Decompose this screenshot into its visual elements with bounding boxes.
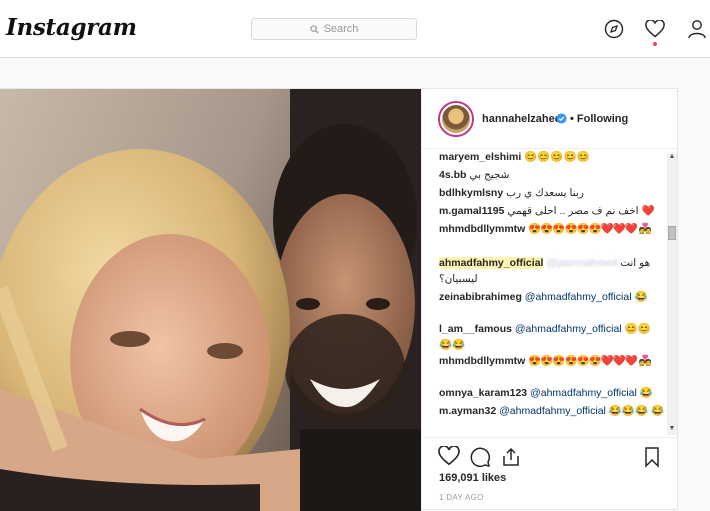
- comment: m.ayman32 @ahmadfahmy_official 😂😂😂 😂: [439, 403, 665, 419]
- instagram-logo[interactable]: Instagram: [6, 14, 137, 41]
- comment-username[interactable]: m.ayman32: [439, 405, 496, 417]
- profile-icon[interactable]: [686, 18, 708, 40]
- search-input[interactable]: Search: [251, 18, 417, 40]
- comment-username[interactable]: ahmadfahmy_official: [439, 257, 544, 269]
- comment-username[interactable]: l_am__famous: [439, 323, 512, 335]
- comment-username[interactable]: zeinabibrahimeg: [439, 291, 522, 303]
- post-actions: 169,091 likes 1 DAY AGO: [422, 437, 679, 511]
- comment-emoji: 😂: [639, 387, 653, 399]
- comment: l_am__famous @ahmadfahmy_official 😊😊 😂😂: [439, 321, 665, 353]
- scroll-down-arrow-icon[interactable]: ▼: [667, 425, 677, 435]
- comment: omnya_karam123 @ahmadfahmy_official 😂: [439, 385, 665, 401]
- comment-username[interactable]: m.gamal1195: [439, 205, 504, 217]
- post-header: hannahelzahed • Following: [422, 89, 679, 149]
- share-icon[interactable]: [500, 446, 522, 468]
- comment-emoji: 😍😍😍😍😍😍❤️❤️❤️ 💑: [528, 355, 652, 367]
- activity-heart-icon[interactable]: [644, 18, 666, 40]
- comment-username[interactable]: 4s.bb: [439, 169, 466, 181]
- comment-username[interactable]: mhmdbdllymmtw: [439, 223, 525, 235]
- comment-bubble-icon[interactable]: [469, 446, 491, 468]
- comment: maryem_elshimi 😊😊😊😊😊: [439, 149, 665, 165]
- comment-username[interactable]: bdlhkymlsny: [439, 187, 503, 199]
- comment-emoji: 😍😍😍😍😍😍❤️❤️❤️ 💑: [528, 223, 652, 235]
- comments-list[interactable]: maryem_elshimi 😊😊😊😊😊 4s.bb شجيج بي bdlhk…: [422, 149, 679, 437]
- like-heart-icon[interactable]: [438, 445, 460, 468]
- comment-emoji: ❤️: [641, 205, 655, 217]
- scroll-up-arrow-icon[interactable]: ▲: [667, 153, 677, 163]
- comment-mention[interactable]: @ahmadfahmy_official: [525, 291, 632, 303]
- avatar[interactable]: [438, 101, 474, 137]
- notification-dot: [653, 42, 657, 46]
- comment-text: شجيج بي: [469, 169, 510, 181]
- search-placeholder: Search: [323, 23, 359, 35]
- comment-mention[interactable]: @ahmadfahmy_official: [530, 387, 637, 399]
- comment-mention[interactable]: @ahmadfahmy_official: [499, 405, 606, 417]
- following-status-button[interactable]: • Following: [570, 113, 628, 125]
- comment: zeinabibrahimeg @ahmadfahmy_official 😂: [439, 289, 665, 305]
- comment: mhmdbdllymmtw 😍😍😍😍😍😍❤️❤️❤️ 💑: [439, 353, 665, 369]
- comment: ahmadfahmy_official @jasmnahmed هو انت ل…: [439, 255, 665, 287]
- comment-text: اخف نم ف مصر .. احلى قهمي: [507, 205, 639, 217]
- comment-mention[interactable]: @ahmadfahmy_official: [515, 323, 622, 335]
- scrollbar-thumb[interactable]: [668, 226, 676, 240]
- top-navigation-bar: Instagram Search: [0, 0, 710, 58]
- search-icon: [309, 24, 319, 34]
- post-timestamp: 1 DAY AGO: [439, 493, 484, 502]
- comment-username[interactable]: omnya_karam123: [439, 387, 527, 399]
- comment-emoji: 😂: [634, 291, 648, 303]
- comments-scrollbar[interactable]: ▲ ▼: [667, 153, 677, 435]
- likes-count[interactable]: 169,091 likes: [439, 472, 506, 484]
- comment: 4s.bb شجيج بي: [439, 167, 665, 183]
- post-card: hannahelzahed • Following maryem_elshimi…: [0, 88, 679, 511]
- comment: bdlhkymlsny ربنا يسعدك ي رب: [439, 185, 665, 201]
- comment-emoji: 😊😊😊😊😊: [524, 151, 590, 163]
- comment-username[interactable]: maryem_elshimi: [439, 151, 521, 163]
- post-sidebar: hannahelzahed • Following maryem_elshimi…: [421, 89, 679, 511]
- comment: mhmdbdllymmtw 😍😍😍😍😍😍❤️❤️❤️ 💑: [439, 221, 665, 237]
- comment-mention-blurred[interactable]: @jasmnahmed: [546, 257, 617, 269]
- comment: m.gamal1195 اخف نم ف مصر .. احلى قهمي ❤️: [439, 203, 665, 219]
- verified-badge-icon: [556, 113, 567, 124]
- save-bookmark-icon[interactable]: [642, 446, 664, 468]
- comment-text: ربنا يسعدك ي رب: [506, 187, 584, 199]
- comment-username[interactable]: mhmdbdllymmtw: [439, 355, 525, 367]
- post-username[interactable]: hannahelzahed: [482, 113, 561, 125]
- post-photo[interactable]: [0, 89, 421, 511]
- explore-compass-icon[interactable]: [603, 18, 625, 40]
- comment-emoji: 😂😂😂 😂: [608, 405, 665, 417]
